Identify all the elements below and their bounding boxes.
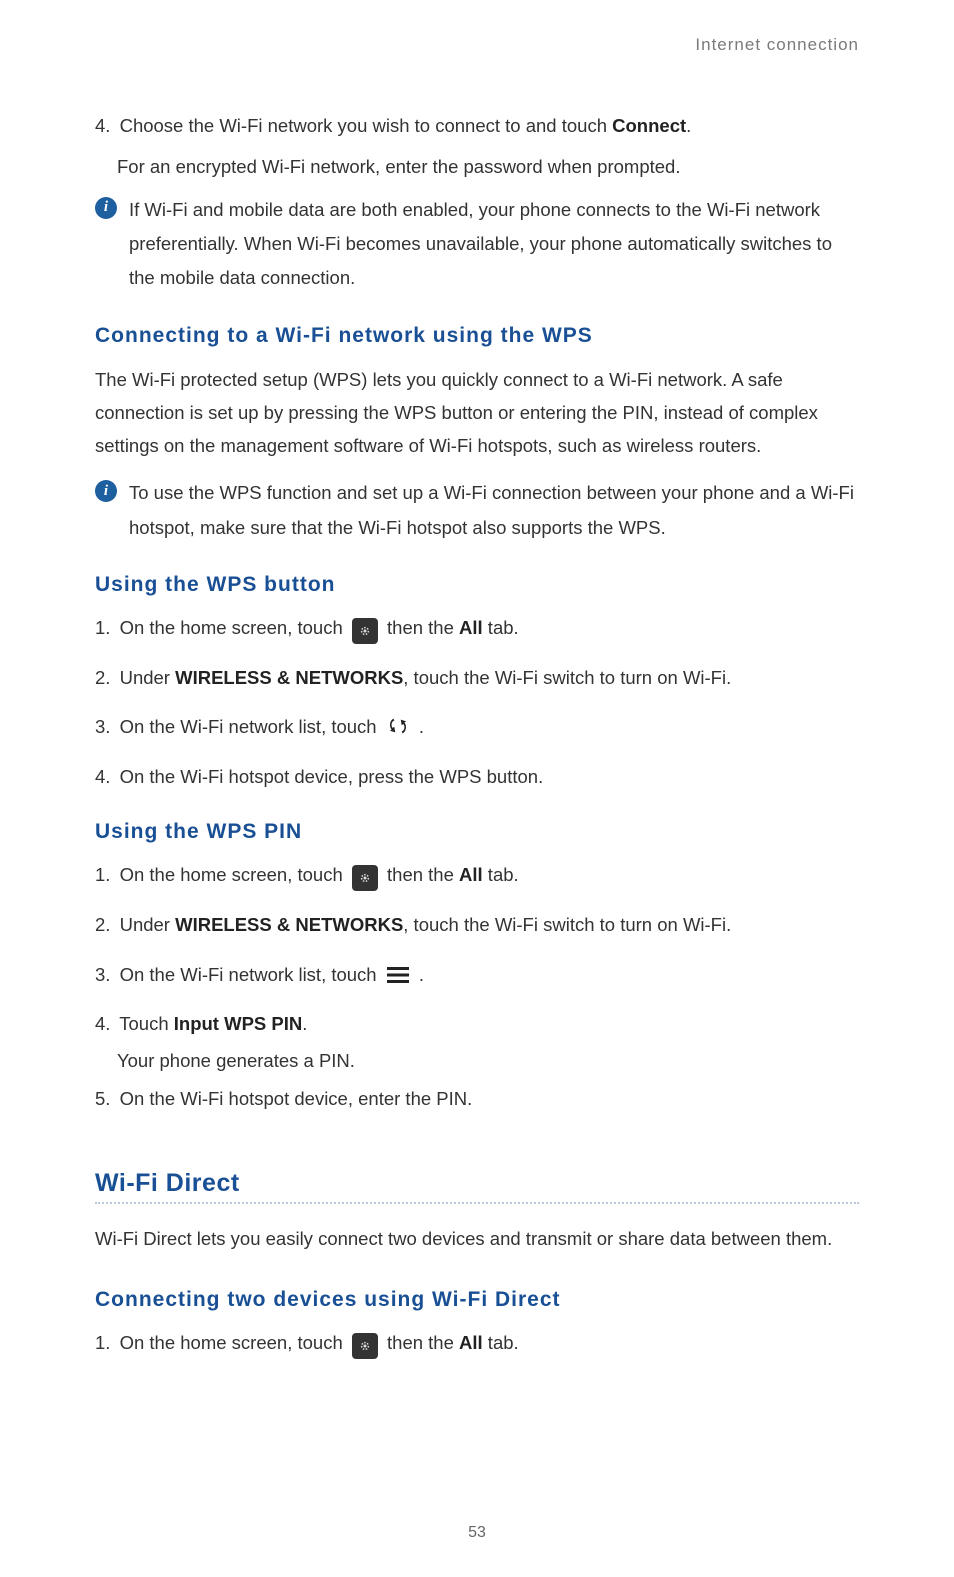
wifi-direct-step-1: 1. On the home screen, touch then the Al… — [95, 1327, 859, 1359]
all-tab-label: All — [459, 1332, 483, 1353]
settings-icon — [352, 618, 378, 644]
wps-connect-para: The Wi-Fi protected setup (WPS) lets you… — [95, 363, 859, 463]
all-tab-label: All — [459, 617, 483, 638]
menu-icon — [386, 965, 410, 985]
wps-pin-steps: 1. On the home screen, touch then the Al… — [95, 859, 859, 1114]
info-text: If Wi-Fi and mobile data are both enable… — [129, 193, 859, 296]
info-text: To use the WPS function and set up a Wi-… — [129, 476, 859, 544]
wps-button-step-1: 1. On the home screen, touch then the Al… — [95, 612, 859, 644]
heading-wifi-direct: Wi-Fi Direct — [95, 1169, 859, 1202]
info-note-1: i If Wi-Fi and mobile data are both enab… — [95, 193, 859, 296]
input-wps-pin-label: Input WPS PIN — [174, 1013, 302, 1034]
wps-pin-step-5: 5. On the Wi-Fi hotspot device, enter th… — [95, 1083, 859, 1114]
page-content: Internet connection 4. Choose the Wi-Fi … — [0, 0, 954, 1359]
wps-arrows-icon — [386, 715, 410, 737]
step-number: 4. — [95, 115, 110, 136]
wps-button-steps: 1. On the home screen, touch then the Al… — [95, 612, 859, 792]
wifi-direct-para: Wi-Fi Direct lets you easily connect two… — [95, 1222, 859, 1255]
page-number: 53 — [0, 1524, 954, 1542]
step-4: 4. Choose the Wi-Fi network you wish to … — [95, 110, 859, 141]
wps-pin-step-1: 1. On the home screen, touch then the Al… — [95, 859, 859, 891]
heading-wps-pin: Using the WPS PIN — [95, 820, 859, 844]
settings-icon — [352, 865, 378, 891]
wireless-networks-label: WIRELESS & NETWORKS — [175, 667, 403, 688]
wps-pin-step-3: 3. On the Wi-Fi network list, touch . — [95, 959, 859, 990]
heading-wps-button: Using the WPS button — [95, 573, 859, 597]
info-note-2: i To use the WPS function and set up a W… — [95, 476, 859, 544]
dotted-divider — [95, 1202, 859, 1204]
heading-wifi-direct-connecting: Connecting two devices using Wi-Fi Direc… — [95, 1288, 859, 1312]
wps-button-step-2: 2. Under WIRELESS & NETWORKS, touch the … — [95, 662, 859, 693]
step-text: Choose the Wi-Fi network you wish to con… — [120, 115, 692, 136]
wps-button-step-4: 4. On the Wi-Fi hotspot device, press th… — [95, 761, 859, 792]
connect-label: Connect — [612, 115, 686, 136]
page-header: Internet connection — [95, 35, 859, 55]
wps-button-step-3: 3. On the Wi-Fi network list, touch . — [95, 711, 859, 742]
all-tab-label: All — [459, 864, 483, 885]
step-4-sub: For an encrypted Wi-Fi network, enter th… — [117, 151, 859, 182]
wps-pin-step-2: 2. Under WIRELESS & NETWORKS, touch the … — [95, 909, 859, 940]
settings-icon — [352, 1333, 378, 1359]
wireless-networks-label: WIRELESS & NETWORKS — [175, 914, 403, 935]
info-icon: i — [95, 197, 117, 219]
info-icon: i — [95, 480, 117, 502]
wps-pin-step-4: 4. Touch Input WPS PIN. — [95, 1008, 859, 1039]
heading-wps-connect: Connecting to a Wi-Fi network using the … — [95, 324, 859, 348]
wps-pin-step-4-sub: Your phone generates a PIN. — [117, 1045, 859, 1076]
